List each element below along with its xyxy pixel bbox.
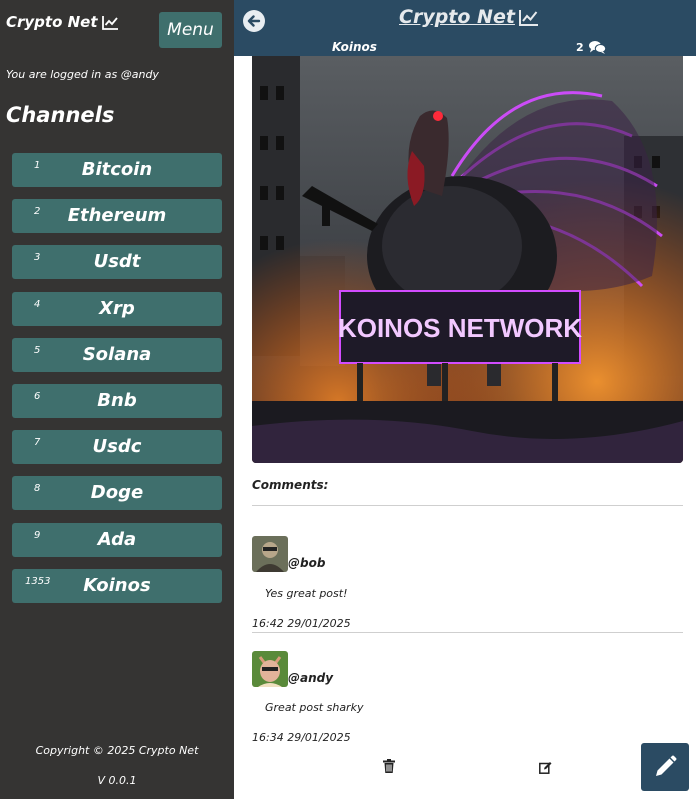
channel-name: Usdt: [93, 251, 141, 273]
brand-name: Crypto Net: [6, 13, 98, 31]
top-bar: Crypto Net Koinos 2: [234, 0, 696, 56]
copyright: Copyright © 2025 Crypto Net: [35, 744, 199, 757]
channel-list: 1 Bitcoin 2 Ethereum 3 Usdt 4 Xrp 5 Sola…: [12, 153, 222, 615]
comment-text: Yes great post!: [265, 587, 348, 600]
avatar[interactable]: [252, 536, 288, 572]
channel-name: Bnb: [97, 389, 137, 411]
brand[interactable]: Crypto Net: [6, 13, 119, 31]
channel-item-usdc[interactable]: 7 Usdc: [12, 430, 222, 465]
pencil-icon: [656, 755, 677, 776]
channel-item-koinos[interactable]: 1353 Koinos: [12, 568, 222, 603]
arrow-left-icon: [247, 15, 261, 27]
chart-line-icon: [518, 9, 538, 26]
channel-item-usdt[interactable]: 3 Usdt: [12, 245, 222, 280]
header-title[interactable]: Crypto Net: [399, 6, 539, 28]
version: V 0.0.1: [97, 774, 137, 787]
delete-comment-button[interactable]: [383, 758, 395, 777]
back-button[interactable]: [243, 10, 265, 32]
chart-line-icon: [101, 15, 118, 30]
channel-name: Solana: [82, 343, 152, 365]
comment-timestamp: 16:42 29/01/2025: [252, 617, 351, 630]
comment-username[interactable]: @andy: [288, 671, 333, 685]
logged-in-text: You are logged in as @andy: [6, 68, 159, 81]
banner-text: KOINOS NETWORK: [338, 313, 582, 343]
divider: [252, 632, 683, 633]
edit-icon: [539, 762, 552, 774]
channel-item-ethereum[interactable]: 2 Ethereum: [12, 199, 222, 234]
new-post-button[interactable]: [641, 743, 689, 791]
channel-name: Usdc: [92, 436, 142, 458]
channel-name: Bitcoin: [81, 159, 153, 180]
comment-count: 2: [576, 40, 606, 54]
header-title-text: Crypto Net: [399, 6, 515, 28]
channel-name: Koinos: [83, 574, 151, 596]
comments-label: Comments:: [252, 478, 329, 492]
post-artwork: KOINOS NETWORK: [252, 56, 683, 463]
channel-item-bnb[interactable]: 6 Bnb: [12, 383, 222, 418]
channel-item-ada[interactable]: 9 Ada: [12, 522, 222, 557]
edit-comment-button[interactable]: [539, 759, 552, 778]
channel-item-bitcoin[interactable]: 1 Bitcoin: [12, 153, 222, 187]
comment-count-value: 2: [576, 40, 584, 54]
channel-name: Xrp: [99, 297, 135, 319]
channel-name: Ada: [97, 528, 137, 550]
channel-item-doge[interactable]: 8 Doge: [12, 476, 222, 511]
channels-title: Channels: [6, 103, 115, 127]
divider: [252, 505, 683, 506]
channel-name: Doge: [90, 482, 144, 504]
comment-text: Great post sharky: [265, 701, 364, 714]
channel-name: Ethereum: [67, 205, 167, 227]
comment-timestamp: 16:34 29/01/2025: [252, 731, 351, 744]
comment-username[interactable]: @bob: [288, 556, 325, 570]
menu-button[interactable]: Menu: [159, 12, 222, 48]
trash-icon: [383, 759, 395, 773]
comments-icon: [588, 41, 606, 54]
sidebar: Crypto Net Menu You are logged in as @an…: [0, 0, 234, 799]
channel-item-solana[interactable]: 5 Solana: [12, 337, 222, 372]
channel-item-xrp[interactable]: 4 Xrp: [12, 291, 222, 326]
avatar[interactable]: [252, 651, 288, 687]
post-image[interactable]: KOINOS NETWORK: [252, 56, 683, 463]
header-channel: Koinos: [332, 40, 377, 54]
